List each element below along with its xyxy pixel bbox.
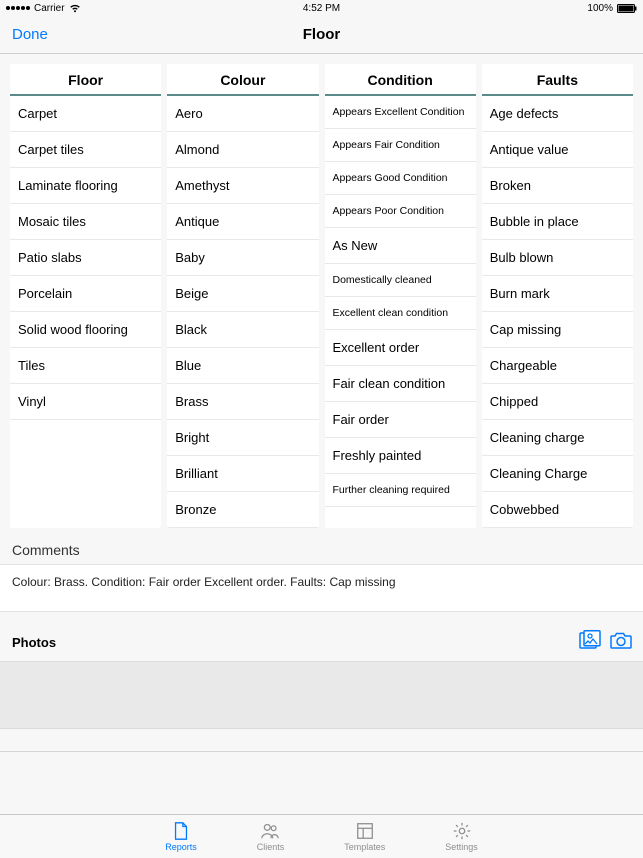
- carrier-label: Carrier: [34, 3, 65, 14]
- tab-label: Clients: [257, 842, 285, 852]
- picker-option[interactable]: Age defects: [482, 96, 633, 132]
- picker-option[interactable]: Porcelain: [10, 276, 161, 312]
- picker-option[interactable]: Broken: [482, 168, 633, 204]
- picker-option[interactable]: Appears Fair Condition: [325, 129, 476, 162]
- photos-label: Photos: [12, 635, 56, 650]
- picker-columns: FloorCarpetCarpet tilesLaminate flooring…: [0, 54, 643, 528]
- picker-option[interactable]: Laminate flooring: [10, 168, 161, 204]
- picker-option[interactable]: Antique: [167, 204, 318, 240]
- picker-option[interactable]: Appears Poor Condition: [325, 195, 476, 228]
- battery-percent: 100%: [587, 3, 613, 14]
- comments-label: Comments: [0, 536, 643, 564]
- picker-option[interactable]: Cleaning Charge: [482, 456, 633, 492]
- page-title: Floor: [303, 26, 341, 43]
- picker-option[interactable]: Freshly painted: [325, 438, 476, 474]
- status-bar: Carrier 4:52 PM 100%: [0, 0, 643, 16]
- divider: [0, 751, 643, 752]
- column-header: Condition: [325, 64, 476, 96]
- nav-bar: Done Floor: [0, 16, 643, 54]
- picker-column-colour[interactable]: ColourAeroAlmondAmethystAntiqueBabyBeige…: [167, 64, 318, 528]
- tab-label: Reports: [165, 842, 197, 852]
- tab-settings[interactable]: Settings: [445, 821, 478, 852]
- picker-option[interactable]: Patio slabs: [10, 240, 161, 276]
- picker-option[interactable]: Excellent clean condition: [325, 297, 476, 330]
- picker-option[interactable]: Mosaic tiles: [10, 204, 161, 240]
- picker-option[interactable]: Solid wood flooring: [10, 312, 161, 348]
- tab-label: Templates: [344, 842, 385, 852]
- picker-option[interactable]: Bronze: [167, 492, 318, 528]
- picker-option[interactable]: Chargeable: [482, 348, 633, 384]
- picker-option[interactable]: Aero: [167, 96, 318, 132]
- picker-option[interactable]: Bright: [167, 420, 318, 456]
- picker-option[interactable]: Beige: [167, 276, 318, 312]
- comments-text[interactable]: Colour: Brass. Condition: Fair order Exc…: [0, 564, 643, 612]
- battery-icon: [617, 4, 637, 13]
- picker-option[interactable]: Chipped: [482, 384, 633, 420]
- picker-column-condition[interactable]: ConditionAppears Excellent ConditionAppe…: [325, 64, 476, 528]
- picker-option[interactable]: Vinyl: [10, 384, 161, 420]
- column-header: Floor: [10, 64, 161, 96]
- status-right: 100%: [587, 3, 637, 14]
- column-header: Faults: [482, 64, 633, 96]
- tab-label: Settings: [445, 842, 478, 852]
- picker-option[interactable]: Excellent order: [325, 330, 476, 366]
- signal-dots-icon: [6, 6, 30, 10]
- camera-icon[interactable]: [609, 630, 633, 655]
- tab-clients[interactable]: Clients: [257, 821, 285, 852]
- picker-option[interactable]: Appears Good Condition: [325, 162, 476, 195]
- tab-bar: Reports Clients Templates Settings: [0, 814, 643, 858]
- picker-option[interactable]: Fair order: [325, 402, 476, 438]
- picker-option[interactable]: Bulb blown: [482, 240, 633, 276]
- tab-reports[interactable]: Reports: [165, 821, 197, 852]
- picker-option[interactable]: Cobwebbed: [482, 492, 633, 528]
- picker-option[interactable]: Burn mark: [482, 276, 633, 312]
- picker-option[interactable]: Amethyst: [167, 168, 318, 204]
- done-button[interactable]: Done: [12, 26, 48, 43]
- picker-option[interactable]: Cleaning charge: [482, 420, 633, 456]
- picker-option[interactable]: Fair clean condition: [325, 366, 476, 402]
- picker-option[interactable]: As New: [325, 228, 476, 264]
- gallery-icon[interactable]: [579, 630, 603, 655]
- picker-column-faults[interactable]: FaultsAge defectsAntique valueBrokenBubb…: [482, 64, 633, 528]
- status-left: Carrier: [6, 3, 81, 14]
- photos-strip[interactable]: [0, 661, 643, 729]
- picker-option[interactable]: Further cleaning required: [325, 474, 476, 507]
- picker-option[interactable]: Brilliant: [167, 456, 318, 492]
- picker-option[interactable]: Blue: [167, 348, 318, 384]
- picker-option[interactable]: Carpet tiles: [10, 132, 161, 168]
- picker-option[interactable]: Appears Excellent Condition: [325, 96, 476, 129]
- photos-section: Photos: [0, 626, 643, 752]
- picker-option[interactable]: Carpet: [10, 96, 161, 132]
- status-time: 4:52 PM: [303, 3, 340, 14]
- wifi-icon: [69, 4, 81, 13]
- picker-option[interactable]: Tiles: [10, 348, 161, 384]
- picker-column-floor[interactable]: FloorCarpetCarpet tilesLaminate flooring…: [10, 64, 161, 528]
- picker-option[interactable]: Black: [167, 312, 318, 348]
- comments-section: Comments Colour: Brass. Condition: Fair …: [0, 536, 643, 612]
- picker-option[interactable]: Almond: [167, 132, 318, 168]
- picker-option[interactable]: Brass: [167, 384, 318, 420]
- tab-templates[interactable]: Templates: [344, 821, 385, 852]
- column-header: Colour: [167, 64, 318, 96]
- picker-option[interactable]: Domestically cleaned: [325, 264, 476, 297]
- picker-option[interactable]: Cap missing: [482, 312, 633, 348]
- picker-option[interactable]: Baby: [167, 240, 318, 276]
- picker-option[interactable]: Bubble in place: [482, 204, 633, 240]
- picker-option[interactable]: Antique value: [482, 132, 633, 168]
